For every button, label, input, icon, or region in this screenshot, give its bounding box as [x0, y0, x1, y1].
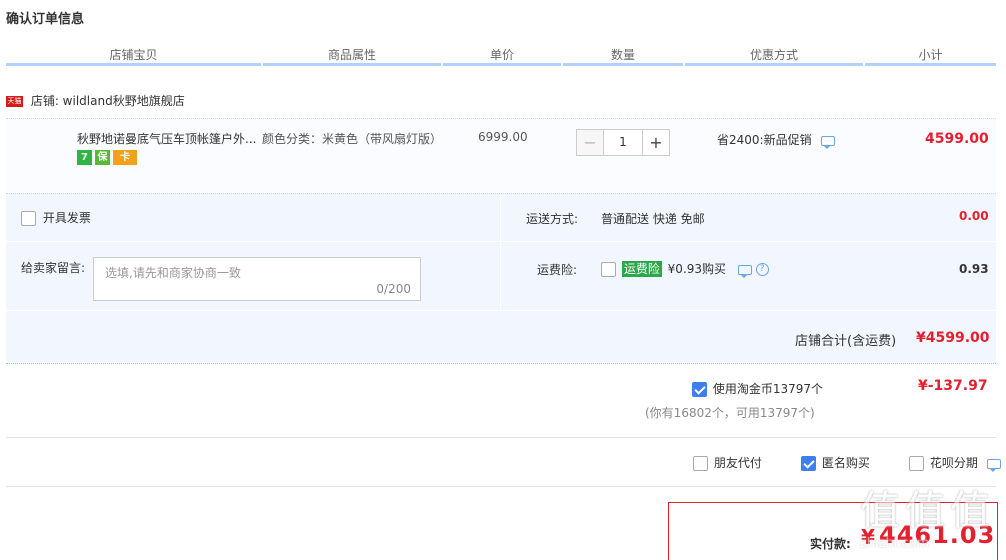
huabei-option[interactable]: 花呗分期: [909, 454, 1001, 472]
quantity-stepper: − 1 +: [576, 129, 670, 156]
shop-total-label: 店铺合计(含运费): [795, 334, 897, 349]
discount-label: 省2400:新品促销: [717, 133, 812, 147]
shipping-label: 运送方式:: [526, 212, 579, 226]
insurance-checkbox[interactable]: [601, 262, 616, 277]
panel-divider: [500, 194, 501, 310]
insurance-price: 0.93: [959, 262, 989, 276]
col-header-qty: 数量: [563, 46, 683, 66]
insurance-option[interactable]: 运费险 ¥0.93购买 ?: [601, 260, 769, 278]
page-title: 确认订单信息: [6, 12, 85, 27]
memo-label: 给卖家留言:: [21, 261, 86, 275]
invoice-checkbox[interactable]: [21, 211, 36, 226]
payment-summary: 实付款: ¥ 4461.03: [668, 502, 998, 560]
coins-note: (你有16802个，可用13797个): [645, 406, 815, 420]
qty-input[interactable]: 1: [604, 129, 642, 156]
tmall-icon: 天猫: [6, 96, 23, 107]
panel-divider: [6, 310, 996, 311]
invoice-label: 开具发票: [42, 211, 91, 225]
col-header-discount: 优惠方式: [685, 46, 863, 66]
separator: [6, 486, 996, 487]
item-attr: 颜色分类：米黄色（带风扇灯版）: [262, 132, 443, 146]
guarantee-icon: 保: [95, 150, 110, 165]
invoice-option[interactable]: 开具发票: [21, 209, 91, 226]
coins-option[interactable]: 使用淘金币13797个: [692, 380, 823, 397]
huabei-checkbox[interactable]: [909, 456, 924, 471]
friend-pay-label: 朋友代付: [713, 456, 762, 470]
card-icon: 卡: [113, 150, 137, 165]
col-header-price: 单价: [443, 46, 561, 66]
col-header-subtotal: 小计: [865, 46, 996, 66]
seven-day-return-icon: 7: [77, 150, 92, 165]
insurance-text: ¥0.93购买: [667, 262, 727, 276]
item-thumbnail[interactable]: [18, 128, 68, 178]
insurance-label: 运费险:: [537, 263, 578, 277]
shop-total-value: ¥4599.00: [916, 330, 990, 346]
help-icon[interactable]: ?: [755, 263, 769, 276]
chat-icon[interactable]: [986, 458, 1001, 472]
payment-currency: ¥: [861, 525, 876, 549]
shop-row: 天猫 店铺: wildland秋野地旗舰店: [6, 92, 185, 109]
memo-textarea[interactable]: 选填,请先和商家协商一致 0/200: [93, 257, 421, 301]
anonymous-label: 匿名购买: [821, 456, 870, 470]
payment-total: 4461.03: [879, 521, 996, 549]
coins-label: 使用淘金币13797个: [712, 382, 824, 396]
qty-minus-button[interactable]: −: [576, 129, 604, 156]
item-unit-price: 6999.00: [478, 130, 528, 144]
coins-checkbox[interactable]: [692, 382, 707, 397]
memo-placeholder: 选填,请先和商家协商一致: [105, 266, 241, 280]
col-header-attr: 商品属性: [263, 46, 441, 66]
friend-pay-option[interactable]: 朋友代付: [693, 454, 762, 471]
item-tags: 7保卡: [77, 149, 140, 165]
panel-divider: [6, 241, 996, 242]
friend-pay-checkbox[interactable]: [693, 456, 708, 471]
shipping-method: 普通配送 快递 免邮: [601, 212, 705, 226]
shop-name[interactable]: 店铺: wildland秋野地旗舰店: [31, 94, 185, 108]
item-discount: 省2400:新品促销: [717, 131, 836, 149]
chat-icon[interactable]: [821, 135, 836, 149]
memo-counter: 0/200: [376, 282, 411, 296]
qty-plus-button[interactable]: +: [642, 129, 670, 156]
col-header-item: 店铺宝贝: [6, 46, 261, 66]
anonymous-checkbox[interactable]: [801, 456, 816, 471]
huabei-label: 花呗分期: [929, 456, 978, 470]
insurance-badge: 运费险: [621, 261, 662, 277]
item-name[interactable]: 秋野地诺曼底气压车顶帐篷户外...: [77, 130, 257, 147]
coins-discount: ¥-137.97: [918, 378, 988, 394]
anonymous-option[interactable]: 匿名购买: [801, 454, 870, 471]
payment-label: 实付款:: [810, 537, 851, 551]
chat-icon[interactable]: [737, 264, 752, 278]
item-subtotal: 4599.00: [925, 131, 989, 147]
separator: [6, 437, 996, 438]
shipping-price: 0.00: [959, 209, 989, 223]
